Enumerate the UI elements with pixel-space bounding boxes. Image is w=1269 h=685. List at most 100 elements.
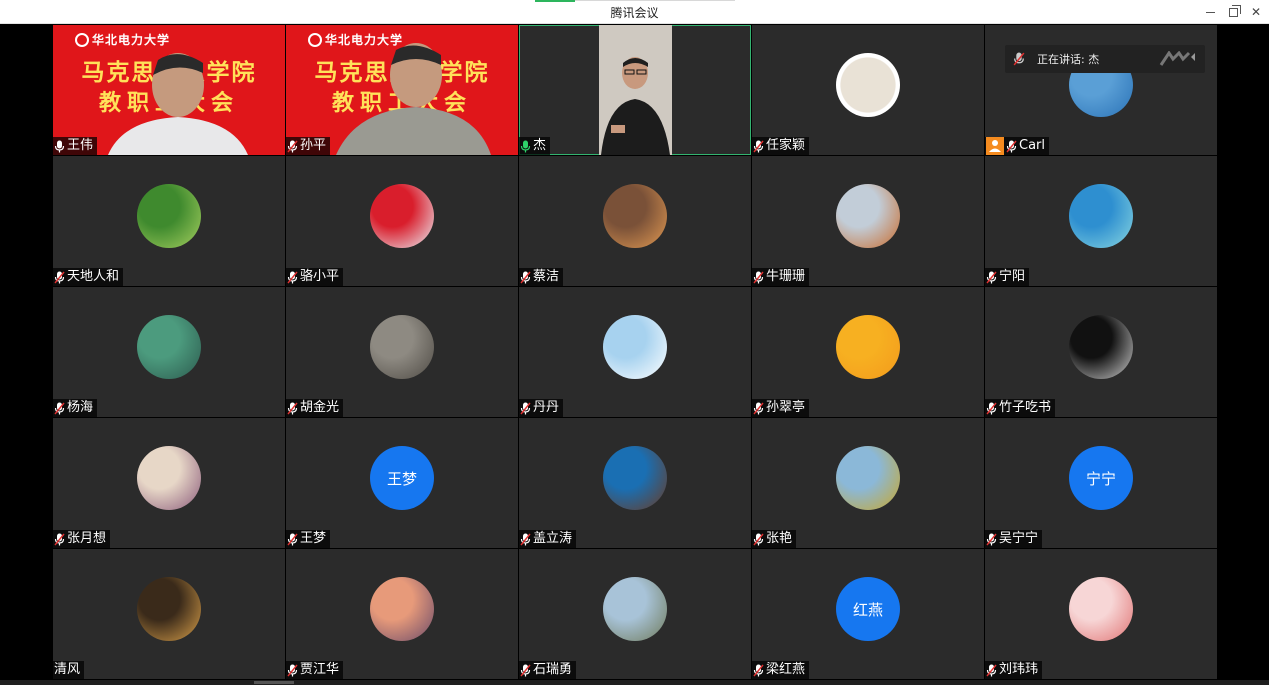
participant-avatar [603, 184, 667, 248]
participant-avatar [1069, 577, 1133, 641]
participant-name: 天地人和 [67, 269, 120, 284]
participant-tile[interactable]: 丹丹 [519, 287, 751, 417]
participant-name-tag: 丹丹 [519, 399, 564, 417]
participant-tile[interactable]: 正在讲话: 杰 Carl [985, 25, 1217, 155]
participant-name-tag: 任家颖 [752, 137, 810, 155]
minimize-button[interactable] [1201, 3, 1219, 21]
participant-avatar [137, 446, 201, 510]
collapse-icon[interactable] [1159, 51, 1197, 67]
participant-name-tag: 天地人和 [53, 268, 124, 286]
person-silhouette [336, 43, 491, 155]
participant-name: 刘玮玮 [999, 662, 1039, 677]
participant-name: 石瑞勇 [533, 662, 573, 677]
participant-name-tag: 孙翠亭 [752, 399, 810, 417]
participant-tile[interactable]: 蔡洁 [519, 156, 751, 286]
participant-tile[interactable]: 杨海 [53, 287, 285, 417]
host-badge-icon [986, 137, 1004, 155]
participant-name-tag: 盖立涛 [519, 530, 577, 548]
participant-name-tag: 牛珊珊 [752, 268, 810, 286]
participant-tile[interactable]: 天地人和 [53, 156, 285, 286]
participant-name-tag: 张月想 [53, 530, 111, 548]
participant-tile[interactable]: 胡金光 [286, 287, 518, 417]
participant-name-tag: 清风 [53, 661, 85, 679]
participant-name: 吴宁宁 [999, 531, 1039, 546]
mic-muted-icon [986, 533, 997, 546]
participant-name: 张月想 [67, 531, 107, 546]
mic-muted-icon [54, 271, 65, 284]
mic-muted-icon [54, 402, 65, 415]
participant-name-tag: 蔡洁 [519, 268, 564, 286]
participant-tile[interactable]: 贾江华 [286, 549, 518, 679]
participant-tile[interactable]: 华北电力大学 马克思主义学院 教职工大会 王伟 [53, 25, 285, 155]
close-button[interactable]: ✕ [1247, 3, 1265, 21]
participant-name-tag: 杰 [519, 137, 551, 155]
participant-tile[interactable]: 清风 [53, 549, 285, 679]
participant-name: 胡金光 [300, 400, 340, 415]
mic-muted-icon [520, 533, 531, 546]
mic-muted-icon [986, 664, 997, 677]
participant-grid: 华北电力大学 马克思主义学院 教职工大会 王伟 华北电力大学 马克思主义学院 教… [53, 25, 1217, 680]
mic-muted-icon [520, 402, 531, 415]
participant-avatar [836, 315, 900, 379]
participant-tile[interactable]: 刘玮玮 [985, 549, 1217, 679]
minimize-icon [1205, 12, 1215, 13]
mic-muted-icon [520, 271, 531, 284]
close-icon: ✕ [1250, 5, 1262, 19]
participant-name-tag: 张艳 [752, 530, 797, 548]
maximize-button[interactable] [1224, 3, 1242, 21]
speaker-silhouette [599, 25, 672, 155]
participant-tile[interactable]: 红燕 梁红燕 [752, 549, 984, 679]
participant-name-tag: 贾江华 [286, 661, 344, 679]
participant-name-tag: 梁红燕 [752, 661, 810, 679]
participant-tile[interactable]: 骆小平 [286, 156, 518, 286]
participant-name: 任家颖 [766, 138, 806, 153]
participant-name: 孙平 [300, 138, 327, 153]
mic-muted-icon [753, 271, 764, 284]
participant-avatar [836, 184, 900, 248]
participant-tile[interactable]: 华北电力大学 马克思主义学院 教职工大会 孙平 [286, 25, 518, 155]
participant-avatar [603, 577, 667, 641]
participant-tile[interactable]: 杰 [519, 25, 751, 155]
participant-name-tag: 骆小平 [286, 268, 344, 286]
participant-tile[interactable]: 张月想 [53, 418, 285, 548]
participant-avatar [137, 315, 201, 379]
title-accent [535, 0, 575, 2]
participant-tile[interactable]: 宁阳 [985, 156, 1217, 286]
mic-icon [54, 140, 65, 153]
participant-tile[interactable]: 牛珊珊 [752, 156, 984, 286]
participant-tile[interactable]: 张艳 [752, 418, 984, 548]
mic-muted-icon [287, 140, 298, 153]
participant-tile[interactable]: 宁宁 吴宁宁 [985, 418, 1217, 548]
restore-icon [1228, 5, 1241, 17]
participant-avatar: 红燕 [836, 577, 900, 641]
participant-tile[interactable]: 王梦 王梦 [286, 418, 518, 548]
participant-tile[interactable]: 石瑞勇 [519, 549, 751, 679]
participant-name: 蔡洁 [533, 269, 560, 284]
participant-name-tag: Carl [985, 137, 1049, 155]
participant-avatar [603, 315, 667, 379]
participant-avatar [137, 577, 201, 641]
participant-tile[interactable]: 任家颖 [752, 25, 984, 155]
participant-name: 竹子吃书 [999, 400, 1052, 415]
mic-muted-icon [287, 271, 298, 284]
video-feed: 华北电力大学 马克思主义学院 教职工大会 [53, 25, 285, 155]
participant-tile[interactable]: 盖立涛 [519, 418, 751, 548]
panel-controls[interactable] [1159, 51, 1197, 67]
participant-name: 梁红燕 [766, 662, 806, 677]
participant-tile[interactable]: 竹子吃书 [985, 287, 1217, 417]
mic-muted-icon [287, 533, 298, 546]
video-feed: 华北电力大学 马克思主义学院 教职工大会 [286, 25, 518, 155]
participant-tile[interactable]: 孙翠亭 [752, 287, 984, 417]
participant-name: 张艳 [766, 531, 793, 546]
horizontal-scrollbar[interactable] [0, 680, 1269, 685]
mic-muted-icon [753, 140, 764, 153]
participant-name-tag: 杨海 [53, 399, 98, 417]
participant-name-tag: 王梦 [286, 530, 331, 548]
participant-avatar [370, 577, 434, 641]
participant-avatar [1069, 184, 1133, 248]
mic-muted-icon [1013, 52, 1025, 66]
participant-name: 王梦 [300, 531, 327, 546]
mic-muted-icon [54, 533, 65, 546]
participant-name-tag: 宁阳 [985, 268, 1030, 286]
scrollbar-thumb[interactable] [254, 681, 294, 684]
